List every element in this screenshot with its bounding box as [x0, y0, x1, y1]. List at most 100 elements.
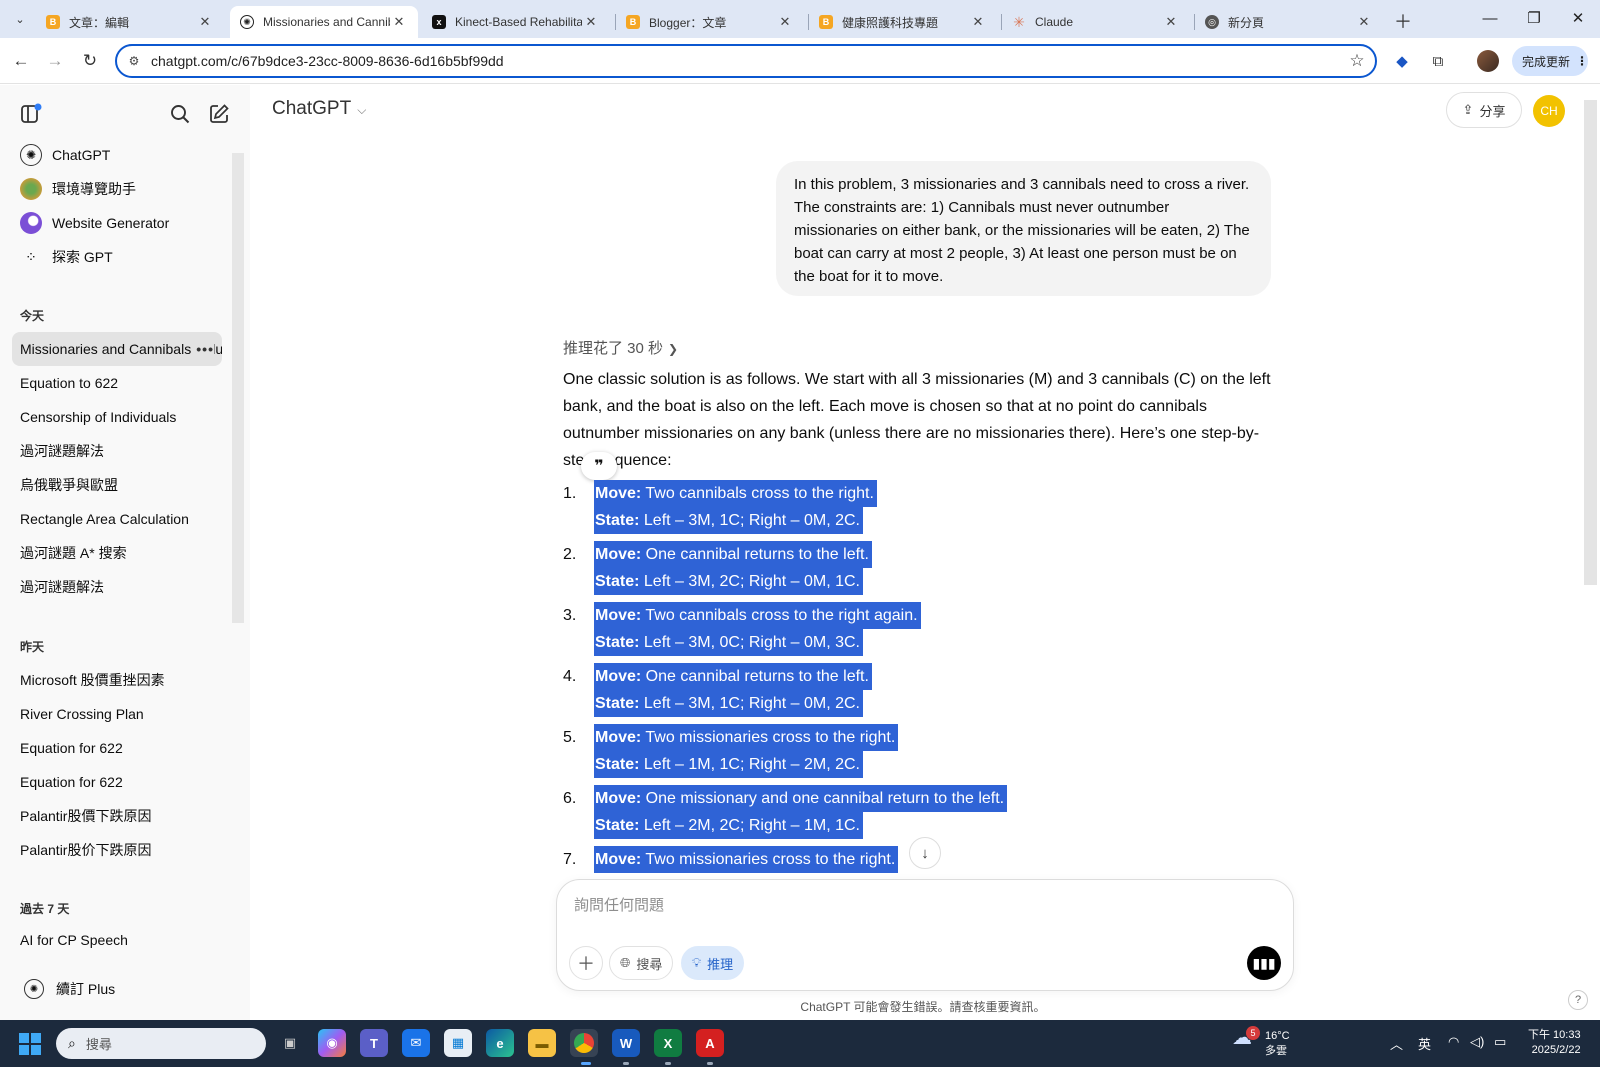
sidebar-gpt-label: Website Generator — [52, 215, 170, 231]
battery-icon[interactable]: ▭ — [1494, 1034, 1506, 1050]
mail-icon[interactable]: ✉ — [402, 1029, 430, 1057]
new-chat-icon[interactable] — [205, 100, 233, 128]
store-icon[interactable]: ▦ — [444, 1029, 472, 1057]
move-label: Move: — [595, 790, 642, 807]
address-bar[interactable]: ⚙ chatgpt.com/c/67b9dce3-23cc-8009-8636-… — [115, 44, 1377, 78]
sidebar-gpt-website-generator[interactable]: Website Generator — [12, 206, 224, 240]
sidebar-gpt-chatgpt[interactable]: ✺ ChatGPT — [12, 138, 224, 172]
browser-tab[interactable]: B 文章：編輯 ✕ — [36, 6, 224, 38]
history-item[interactable]: Equation for 622 — [12, 731, 222, 765]
wifi-icon[interactable]: ◠ — [1448, 1034, 1459, 1050]
browser-tab[interactable]: x Kinect-Based Rehabilitation ✕ — [422, 6, 610, 38]
teams-icon[interactable]: T — [360, 1029, 388, 1057]
sidebar-scrollbar[interactable] — [232, 153, 244, 623]
history-item[interactable]: Equation for 622 — [12, 765, 222, 799]
minimize-icon[interactable]: — — [1470, 6, 1510, 32]
history-item[interactable]: 過河謎題解法 — [12, 434, 222, 468]
browser-tab[interactable]: ✳ Claude ✕ — [1002, 6, 1190, 38]
composer-input[interactable]: 詢問任何問題 — [574, 894, 664, 915]
sidebar-explore-gpts[interactable]: ⁘ 探索 GPT — [12, 240, 224, 274]
back-arrow-icon[interactable]: ← — [7, 47, 35, 75]
task-view-icon[interactable]: ▣ — [276, 1029, 304, 1057]
bookmark-star-icon[interactable]: ☆ — [1339, 51, 1375, 71]
browser-tab[interactable]: B 健康照護科技專題 ✕ — [809, 6, 997, 38]
browser-tab-active[interactable]: ✺ Missionaries and Cannibals ✕ — [230, 6, 418, 38]
windows-start-icon[interactable] — [19, 1033, 41, 1055]
browser-tab[interactable]: B Blogger：文章 ✕ — [616, 6, 804, 38]
list-item: 2. Move: One cannibal returns to the lef… — [563, 541, 1283, 595]
state-label: State: — [595, 817, 640, 834]
forward-arrow-icon[interactable]: → — [41, 47, 69, 75]
taskbar-search-box[interactable]: ⌕ 搜尋 — [56, 1028, 266, 1059]
extensions-puzzle-icon[interactable]: ⧉ — [1426, 49, 1450, 73]
history-item[interactable]: Equation to 622 — [12, 366, 222, 400]
close-icon[interactable]: ✕ — [196, 14, 214, 30]
scroll-to-bottom-arrow-icon[interactable]: ↓ — [909, 837, 941, 869]
search-toggle-label: 搜尋 — [636, 956, 663, 972]
tab-search-chevron-icon[interactable]: ⌄ — [8, 7, 32, 31]
history-item[interactable]: Microsoft 股價重挫因素 — [12, 663, 222, 697]
help-question-icon[interactable]: ? — [1568, 990, 1588, 1010]
window-close-icon[interactable]: ✕ — [1558, 6, 1598, 32]
history-item[interactable]: Censorship of Individuals — [12, 400, 222, 434]
volume-icon[interactable]: ◁) — [1470, 1034, 1484, 1050]
copilot-icon[interactable]: ◉ — [318, 1029, 346, 1057]
close-icon[interactable]: ✕ — [776, 14, 794, 30]
new-tab-plus-icon[interactable]: ＋ — [1394, 8, 1412, 34]
more-options-icon[interactable]: ••• — [192, 341, 214, 357]
chevron-up-icon[interactable]: ︿ — [1390, 1034, 1403, 1053]
history-item[interactable]: Rectangle Area Calculation — [12, 502, 222, 536]
reason-toggle-button[interactable]: 💡︎ 推理 — [681, 946, 745, 980]
site-settings-icon[interactable]: ⚙ — [117, 54, 151, 68]
search-icon[interactable] — [166, 100, 194, 128]
search-toggle-button[interactable]: 🌐︎ 搜尋 — [609, 946, 674, 980]
reasoning-toggle[interactable]: 推理花了 30 秒 ❯ — [563, 337, 678, 358]
close-icon[interactable]: ✕ — [582, 14, 600, 30]
history-item-active[interactable]: Missionaries and Cannibals Solution ••• — [12, 332, 222, 366]
edge-icon[interactable]: e — [486, 1029, 514, 1057]
ime-indicator[interactable]: 英 — [1418, 1034, 1431, 1053]
main-scrollbar[interactable] — [1584, 100, 1597, 585]
user-message-bubble: In this problem, 3 missionaries and 3 ca… — [776, 161, 1271, 296]
file-explorer-icon[interactable]: ▬ — [528, 1029, 556, 1057]
sidebar-toggle-icon[interactable] — [17, 100, 45, 128]
history-item[interactable]: AI for CP Speech — [12, 923, 222, 957]
step-move: Move: Two cannibals cross to the right a… — [594, 602, 921, 629]
excel-icon[interactable]: X — [654, 1029, 682, 1057]
update-button[interactable]: 完成更新 ⋮ — [1512, 46, 1588, 76]
share-upload-icon: ⇪ — [1462, 102, 1474, 117]
word-icon[interactable]: W — [612, 1029, 640, 1057]
close-icon[interactable]: ✕ — [969, 14, 987, 30]
attach-plus-icon[interactable]: ＋ — [569, 946, 603, 980]
state-text: Left – 3M, 0C; Right – 0M, 3C. — [639, 634, 860, 651]
model-selector[interactable]: ChatGPT ⌵ — [272, 98, 366, 120]
history-item[interactable]: Palantir股價下跌原因 — [12, 799, 222, 833]
acrobat-icon[interactable]: A — [696, 1029, 724, 1057]
close-icon[interactable]: ✕ — [390, 14, 408, 30]
user-avatar[interactable]: CH — [1533, 95, 1565, 127]
history-item[interactable]: 過河謎題 A* 搜索 — [12, 536, 222, 570]
system-clock[interactable]: 下午 10:33 2025/2/22 — [1528, 1028, 1581, 1058]
plus-badge-icon: ✺ — [24, 979, 44, 999]
browser-tab[interactable]: ◎ 新分頁 ✕ — [1195, 6, 1383, 38]
url-text[interactable]: chatgpt.com/c/67b9dce3-23cc-8009-8636-6d… — [151, 53, 1339, 69]
chrome-icon[interactable] — [570, 1029, 598, 1057]
profile-avatar[interactable] — [1477, 50, 1499, 72]
share-button[interactable]: ⇪ 分享 — [1446, 92, 1522, 128]
sidebar-gpt-guide[interactable]: 環境導覽助手 — [12, 172, 224, 206]
move-text: Two missionaries cross to the right. — [641, 729, 896, 746]
close-icon[interactable]: ✕ — [1162, 14, 1180, 30]
quote-reply-icon[interactable]: ❞ — [581, 452, 617, 480]
history-item[interactable]: River Crossing Plan — [12, 697, 222, 731]
close-icon[interactable]: ✕ — [1355, 14, 1373, 30]
message-composer[interactable]: 詢問任何問題 ＋ 🌐︎ 搜尋 💡︎ 推理 ▮▮▮ — [556, 879, 1294, 991]
restore-icon[interactable]: ❐ — [1514, 6, 1554, 32]
extension-diamond-icon[interactable]: ◆ — [1390, 49, 1414, 73]
voice-mode-icon[interactable]: ▮▮▮ — [1247, 946, 1281, 980]
history-item[interactable]: Palantir股价下跌原因 — [12, 833, 222, 867]
history-item[interactable]: 過河謎題解法 — [12, 570, 222, 604]
reload-icon[interactable]: ↻ — [76, 47, 104, 75]
weather-text: 16°C 多雲 — [1265, 1029, 1290, 1059]
step-move: Move: One missionary and one cannibal re… — [594, 785, 1008, 812]
history-item[interactable]: 烏俄戰爭與歐盟 — [12, 468, 222, 502]
